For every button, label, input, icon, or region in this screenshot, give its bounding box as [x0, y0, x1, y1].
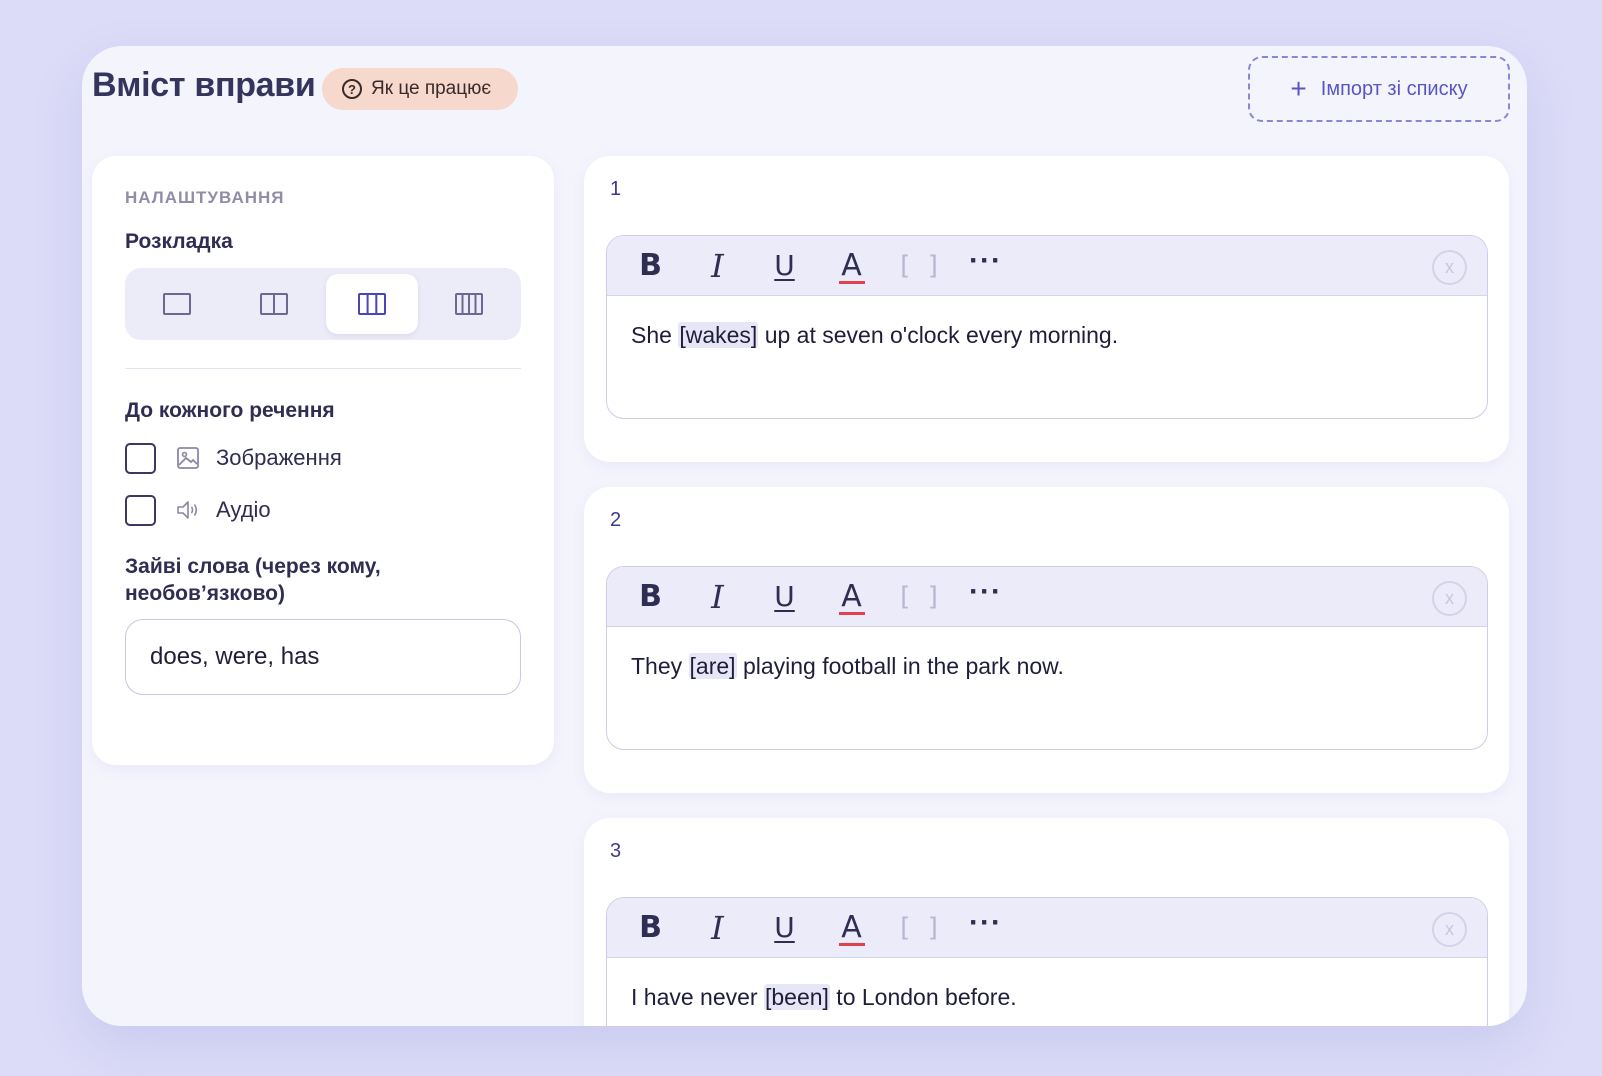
sentence-number: 2	[610, 509, 622, 531]
italic-button[interactable]: I	[684, 898, 751, 958]
sentence-text-area[interactable]: She [wakes] up at seven o'clock every mo…	[607, 296, 1487, 374]
question-circle-icon: ?	[342, 79, 362, 99]
how-it-works-button[interactable]: ? Як це працює	[322, 68, 518, 110]
plus-icon: +	[1290, 73, 1307, 104]
text-color-button[interactable]: A	[818, 236, 885, 296]
sentence-text-area[interactable]: I have never [been] to London before.	[607, 958, 1487, 1026]
text-color-icon: A	[841, 247, 862, 283]
extra-words-input[interactable]	[125, 619, 521, 695]
text-color-bar	[838, 280, 865, 284]
italic-button[interactable]: I	[684, 236, 751, 296]
sentence-editor: B I U A [ ] ··· x I have never [been] to…	[606, 897, 1488, 1026]
sentence-text-before: They	[631, 653, 689, 679]
how-it-works-label: Як це працює	[371, 78, 492, 99]
gap-bracket-button[interactable]: [ ]	[885, 898, 952, 958]
layout-label: Розкладка	[125, 230, 233, 253]
clear-format-button[interactable]: x	[1432, 250, 1467, 285]
image-checkbox[interactable]	[125, 442, 156, 474]
clear-format-button[interactable]: x	[1432, 581, 1467, 616]
bold-button[interactable]: B	[617, 236, 684, 296]
sentence-text-before: I have never	[631, 984, 764, 1010]
sentence-number: 1	[610, 178, 622, 200]
gap-bracket-button[interactable]: [ ]	[885, 567, 952, 627]
clear-format-button[interactable]: x	[1432, 912, 1467, 947]
text-color-button[interactable]: A	[818, 898, 885, 958]
italic-button[interactable]: I	[684, 567, 751, 627]
text-color-bar	[838, 942, 865, 946]
sentence-card: 3 B I U A [ ] ··· x I have never [been] …	[584, 818, 1509, 1026]
more-options-button[interactable]: ···	[952, 567, 1019, 627]
editor-toolbar: B I U A [ ] ··· x	[607, 567, 1487, 627]
two-columns-icon	[260, 293, 289, 315]
sentence-editor: B I U A [ ] ··· x They [are] playing foo…	[606, 566, 1488, 750]
sentence-card: 2 B I U A [ ] ··· x They [are] playing f…	[584, 487, 1509, 793]
image-option-label: Зображення	[216, 445, 342, 470]
four-columns-icon	[455, 293, 484, 315]
per-sentence-label: До кожного речення	[125, 399, 335, 422]
sentence-card: 1 B I U A [ ] ··· x She [wakes] up at se…	[584, 156, 1509, 462]
image-icon	[176, 445, 202, 471]
settings-section-title: НАЛАШТУВАННЯ	[125, 188, 285, 207]
layout-4-columns-option[interactable]	[424, 274, 516, 334]
underline-button[interactable]: U	[751, 898, 818, 958]
gap-bracket-button[interactable]: [ ]	[885, 236, 952, 296]
layout-2-columns-option[interactable]	[229, 274, 321, 334]
audio-checkbox[interactable]	[125, 494, 156, 526]
sentence-text-area[interactable]: They [are] playing football in the park …	[607, 627, 1487, 705]
editor-toolbar: B I U A [ ] ··· x	[607, 898, 1487, 958]
gap-word: [are]	[688, 653, 737, 679]
import-label: Імпорт зі списку	[1320, 77, 1468, 100]
text-color-button[interactable]: A	[818, 567, 885, 627]
sentence-text-before: She	[631, 322, 679, 348]
more-options-button[interactable]: ···	[952, 236, 1019, 296]
bold-button[interactable]: B	[617, 898, 684, 958]
text-color-icon: A	[841, 578, 862, 614]
speaker-icon	[176, 497, 202, 523]
text-color-bar	[838, 611, 865, 615]
one-column-icon	[162, 293, 191, 315]
layout-1-column-option[interactable]	[131, 274, 223, 334]
text-color-icon: A	[841, 909, 862, 945]
settings-panel: НАЛАШТУВАННЯ Розкладка До кожного реченн…	[92, 156, 554, 765]
audio-option-label: Аудіо	[216, 497, 271, 522]
settings-divider	[125, 368, 521, 369]
audio-option-row: Аудіо	[125, 493, 521, 527]
gap-word: [wakes]	[678, 322, 759, 348]
exercise-content-card: Вміст вправи ? Як це працює + Імпорт зі …	[82, 46, 1527, 1026]
more-options-button[interactable]: ···	[952, 898, 1019, 958]
editor-toolbar: B I U A [ ] ··· x	[607, 236, 1487, 296]
layout-3-columns-option[interactable]	[326, 274, 418, 334]
page-title: Вміст вправи	[92, 66, 316, 104]
sentence-text-after: to London before.	[829, 984, 1017, 1010]
extra-words-label: Зайві слова (через кому, необов’язково)	[125, 555, 381, 605]
underline-button[interactable]: U	[751, 236, 818, 296]
underline-button[interactable]: U	[751, 567, 818, 627]
sentence-editor: B I U A [ ] ··· x She [wakes] up at seve…	[606, 235, 1488, 419]
import-from-list-button[interactable]: + Імпорт зі списку	[1248, 56, 1510, 122]
image-option-row: Зображення	[125, 441, 521, 475]
sentence-text-after: playing football in the park now.	[736, 653, 1064, 679]
bold-button[interactable]: B	[617, 567, 684, 627]
three-columns-icon	[357, 293, 386, 315]
sentence-number: 3	[610, 840, 622, 862]
layout-selector	[125, 268, 521, 340]
gap-word: [been]	[763, 984, 830, 1010]
sentence-text-after: up at seven o'clock every morning.	[758, 322, 1119, 348]
